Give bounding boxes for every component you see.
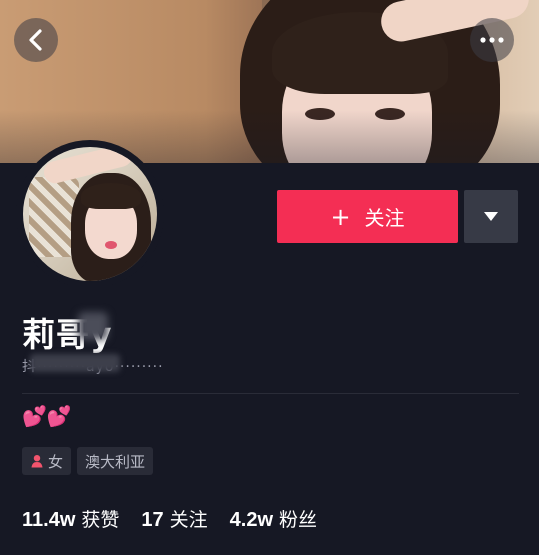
plus-icon: +: [330, 202, 351, 231]
username-redaction: [78, 312, 108, 340]
stat-following[interactable]: 17 关注: [141, 505, 207, 532]
more-horizontal-icon: [480, 37, 504, 43]
follow-button[interactable]: + 关注: [277, 190, 458, 243]
avatar-ring: [16, 140, 164, 288]
bio-emoji: 💕💕: [22, 404, 72, 428]
stat-likes-value: 11.4w: [22, 509, 76, 531]
stat-followers-value: 4.2w: [229, 509, 274, 531]
gender-tag: 女: [22, 447, 72, 475]
recommend-dropdown-button[interactable]: [464, 190, 518, 243]
avatar[interactable]: [23, 147, 157, 281]
avatar-subject-lips: [105, 241, 117, 249]
divider: [22, 393, 519, 394]
stat-likes-label: 获赞: [81, 509, 120, 531]
stat-following-value: 17: [141, 509, 164, 531]
location-tag: 澳大利亚: [77, 447, 154, 475]
stat-followers-label: 粉丝: [279, 509, 318, 531]
location-tag-label: 澳大利亚: [85, 452, 146, 471]
more-options-button[interactable]: [470, 18, 514, 62]
gender-tag-label: 女: [48, 452, 64, 471]
female-icon: [31, 455, 43, 468]
profile-tags: 女 澳大利亚: [22, 447, 154, 475]
profile-stats: 11.4w 获赞 17 关注 4.2w 粉丝: [22, 505, 317, 532]
stat-likes[interactable]: 11.4w 获赞: [22, 505, 119, 532]
handle-redaction: [30, 354, 120, 372]
stat-followers[interactable]: 4.2w 粉丝: [230, 505, 317, 532]
back-button[interactable]: [14, 18, 58, 62]
bio-text: 💕💕: [22, 404, 72, 428]
avatar-subject-bangs: [81, 183, 141, 209]
stat-following-label: 关注: [169, 509, 208, 531]
chevron-left-icon: [29, 29, 42, 51]
follow-button-label: 关注: [364, 206, 405, 230]
caret-down-icon: [484, 212, 498, 221]
